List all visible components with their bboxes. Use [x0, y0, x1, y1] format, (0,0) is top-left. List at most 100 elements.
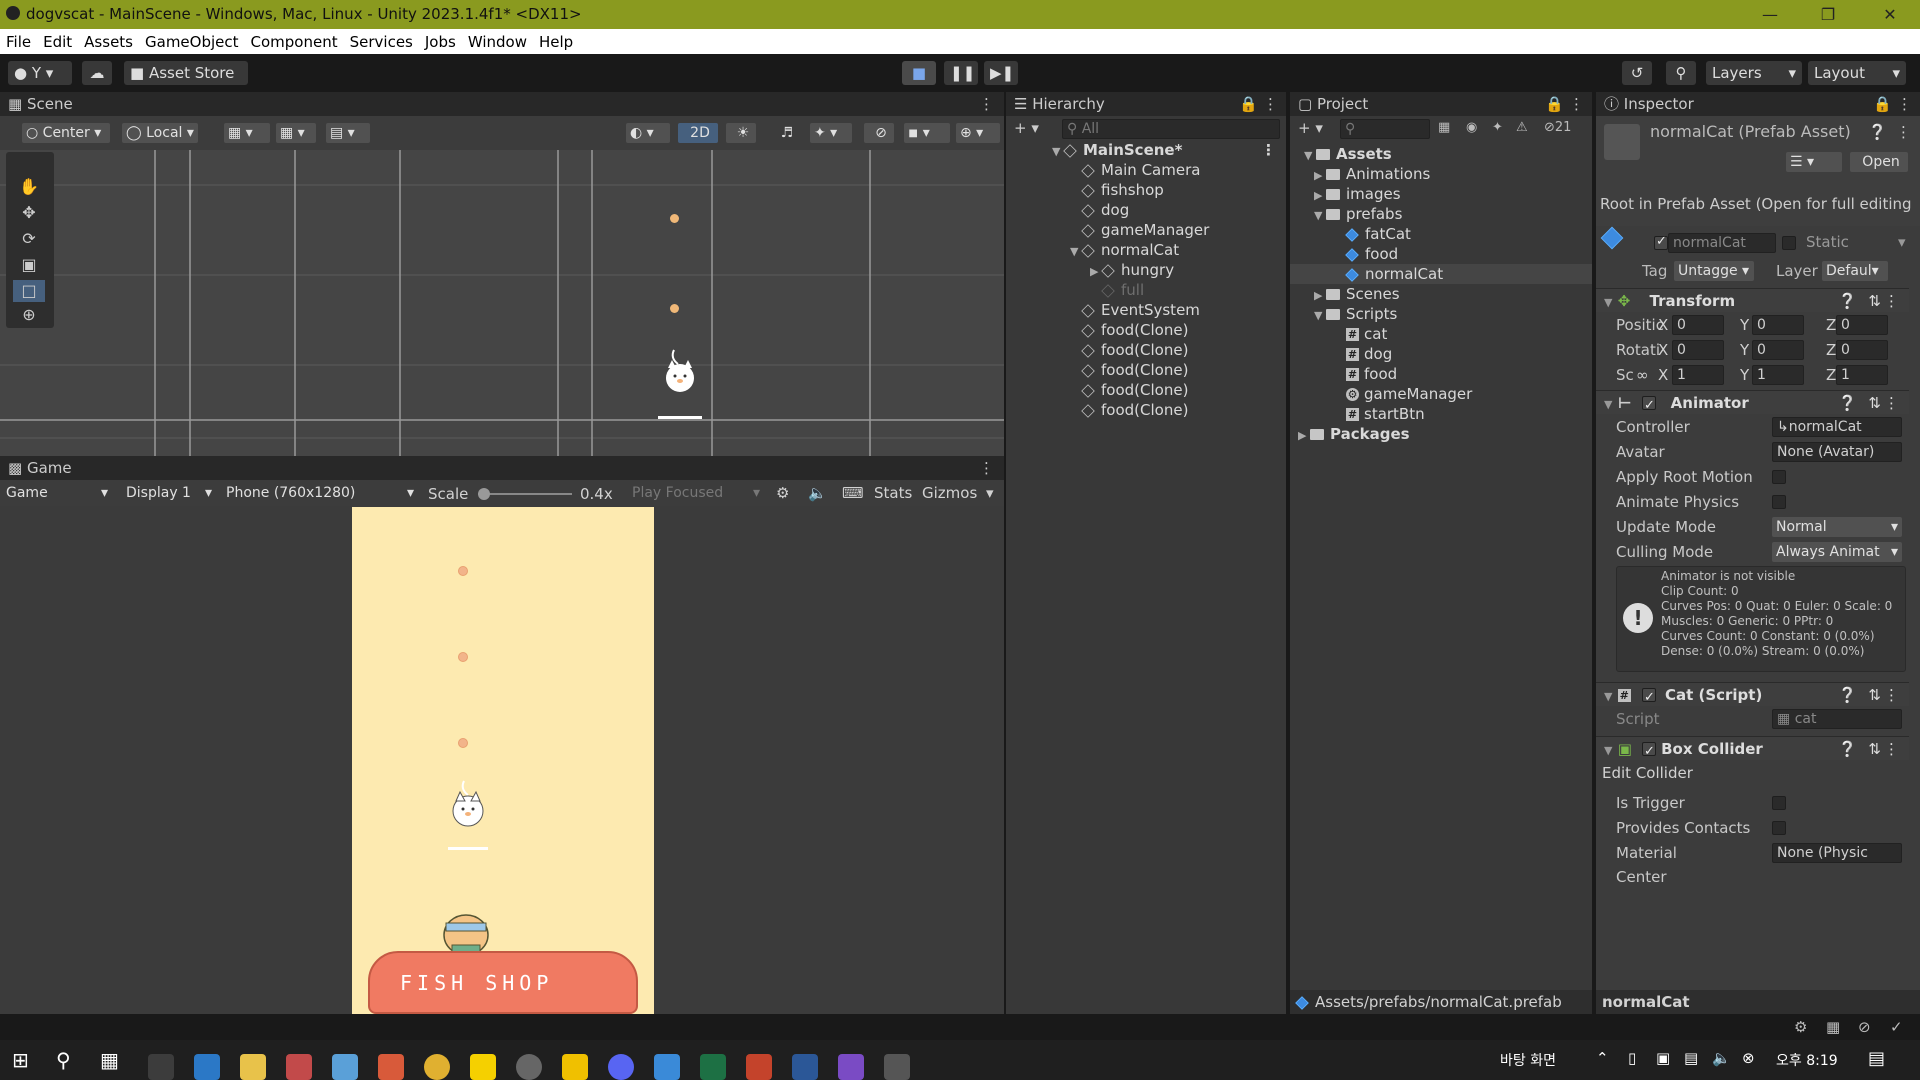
scale-tool-icon[interactable]: ▣: [13, 254, 45, 276]
hierarchy-item[interactable]: fishshop: [1006, 180, 1286, 200]
game-view-dropdown[interactable]: Game ▾: [2, 483, 112, 503]
desktop-label[interactable]: 바탕 화면: [1500, 1050, 1556, 1070]
step-button[interactable]: ▶❚: [984, 61, 1018, 85]
calculator-icon[interactable]: [194, 1054, 220, 1080]
app-icon[interactable]: [332, 1054, 358, 1080]
folder-item[interactable]: ▼ prefabs: [1290, 204, 1592, 224]
app-icon[interactable]: [286, 1054, 312, 1080]
active-checkbox[interactable]: [1654, 234, 1668, 250]
folder-item[interactable]: ▶ Scenes: [1290, 284, 1592, 304]
cat-sprite[interactable]: [448, 777, 488, 829]
menu-help[interactable]: Help: [539, 33, 573, 51]
scale-z-field[interactable]: 1: [1836, 365, 1888, 385]
play-button[interactable]: ■: [902, 61, 936, 85]
scale-x-field[interactable]: 1: [1672, 365, 1724, 385]
is-trigger-checkbox[interactable]: [1772, 796, 1786, 810]
pivot-dropdown[interactable]: ○ Center ▾: [22, 123, 110, 143]
prefab-options-dropdown[interactable]: ☰ ▾: [1786, 152, 1842, 172]
windows-start-icon[interactable]: ⊞: [12, 1048, 29, 1072]
shortcuts-icon[interactable]: ⌨: [842, 484, 864, 502]
food-sprite[interactable]: [670, 214, 679, 223]
tag-dropdown[interactable]: Untagge ▾: [1674, 261, 1754, 281]
folder-item[interactable]: ▼ Scripts: [1290, 304, 1592, 324]
more-icon[interactable]: ⋮: [979, 92, 994, 116]
stats-toggle[interactable]: Stats: [874, 484, 912, 502]
hierarchy-item[interactable]: gameManager: [1006, 220, 1286, 240]
static-checkbox[interactable]: [1782, 236, 1796, 250]
prefab-item-selected[interactable]: normalCat: [1290, 264, 1592, 284]
rotation-x-field[interactable]: 0: [1672, 340, 1724, 360]
restore-button[interactable]: ❐: [1800, 0, 1856, 29]
menu-file[interactable]: File: [6, 33, 31, 51]
food-sprite[interactable]: [458, 652, 468, 662]
hierarchy-item[interactable]: food(Clone): [1006, 380, 1286, 400]
rotate-tool-icon[interactable]: ⟳: [13, 228, 45, 250]
powerpoint-icon[interactable]: [746, 1054, 772, 1080]
position-z-field[interactable]: 0: [1836, 315, 1888, 335]
mode-2d-toggle[interactable]: 2D: [678, 123, 718, 143]
material-field[interactable]: None (Physic: [1772, 843, 1902, 863]
resolution-dropdown[interactable]: Phone (760x1280) ▾: [222, 483, 418, 503]
cat-script-header[interactable]: ▼ # Cat (Script) ❔ ⇅ ⋮: [1596, 682, 1909, 710]
rotation-z-field[interactable]: 0: [1836, 340, 1888, 360]
menu-gameobject[interactable]: GameObject: [145, 33, 239, 51]
project-tab[interactable]: ▢ Project: [1298, 95, 1368, 113]
scale-y-field[interactable]: 1: [1752, 365, 1804, 385]
hierarchy-item[interactable]: food(Clone): [1006, 400, 1286, 420]
script-item[interactable]: # startBtn: [1290, 404, 1592, 424]
grid-snap-icon[interactable]: ▦ ▾: [224, 123, 270, 143]
hierarchy-item[interactable]: Main Camera: [1006, 160, 1286, 180]
close-button[interactable]: ✕: [1862, 0, 1918, 29]
game-view[interactable]: FISH SHOP: [0, 506, 1004, 1014]
app-icon[interactable]: [148, 1054, 174, 1080]
scene-root[interactable]: ▼ MainScene* ⋮: [1006, 140, 1286, 160]
bug-icon[interactable]: ⚙: [776, 484, 789, 502]
minimize-button[interactable]: —: [1742, 0, 1798, 29]
more-icon[interactable]: ⋮: [1897, 92, 1912, 116]
hierarchy-item[interactable]: food(Clone): [1006, 360, 1286, 380]
lock-icon[interactable]: 🔒: [1873, 92, 1892, 116]
animate-physics-checkbox[interactable]: [1772, 495, 1786, 509]
lighting-icon[interactable]: ☀: [726, 123, 756, 143]
check-icon[interactable]: ✓: [1890, 1018, 1903, 1036]
folder-item[interactable]: ▶ Animations: [1290, 164, 1592, 184]
assets-folder[interactable]: ▼ Assets: [1290, 144, 1592, 164]
layer-dropdown[interactable]: Defaul▾: [1822, 261, 1888, 281]
effects-icon[interactable]: ✦ ▾: [810, 123, 852, 143]
hand-tool-icon[interactable]: ✋: [13, 176, 45, 198]
project-search[interactable]: ⚲: [1340, 119, 1430, 139]
scene-tab[interactable]: ▦ Scene: [8, 95, 73, 113]
hidden-count-icon[interactable]: ⊘21: [1544, 120, 1571, 135]
game-tab[interactable]: ▩ Game: [8, 459, 72, 477]
clock[interactable]: 오후 8:19: [1776, 1050, 1838, 1070]
audio-icon[interactable]: ♬: [770, 123, 800, 143]
ime-icon[interactable]: ⊗: [1742, 1049, 1755, 1067]
script-item[interactable]: # cat: [1290, 324, 1592, 344]
scale-slider-knob[interactable]: [478, 488, 490, 500]
warning-icon[interactable]: ⚠: [1516, 120, 1528, 135]
update-mode-dropdown[interactable]: Normal ▾: [1772, 517, 1902, 537]
increment-snap-icon[interactable]: ▤ ▾: [326, 123, 370, 143]
provides-contacts-checkbox[interactable]: [1772, 821, 1786, 835]
network-icon[interactable]: ▤: [1684, 1049, 1698, 1067]
menu-window[interactable]: Window: [468, 33, 527, 51]
gizmos-icon[interactable]: ⊕ ▾: [956, 123, 1000, 143]
hierarchy-item[interactable]: EventSystem: [1006, 300, 1286, 320]
transform-tool-icon[interactable]: ⊕: [13, 304, 45, 326]
gizmos-dropdown-icon[interactable]: ▾: [986, 484, 994, 502]
hierarchy-item[interactable]: dog: [1006, 200, 1286, 220]
chrome-icon[interactable]: [424, 1054, 450, 1080]
open-button[interactable]: Open: [1850, 152, 1908, 172]
cloud-icon[interactable]: ☁: [82, 61, 112, 85]
network-icon[interactable]: ⊘: [1858, 1018, 1871, 1036]
lock-icon[interactable]: 🔒: [1239, 92, 1258, 116]
word-icon[interactable]: [792, 1054, 818, 1080]
menu-assets[interactable]: Assets: [84, 33, 133, 51]
account-button[interactable]: ● Y ▾: [8, 61, 72, 85]
cache-icon[interactable]: ▦: [1826, 1018, 1840, 1036]
discord-icon[interactable]: [608, 1054, 634, 1080]
asset-store-button[interactable]: ■ Asset Store ▾: [124, 61, 248, 106]
animator-header[interactable]: ▼ ⊢ Animator ❔ ⇅ ⋮: [1596, 390, 1909, 418]
hierarchy-search[interactable]: ⚲ All: [1062, 119, 1280, 139]
food-sprite[interactable]: [458, 566, 468, 576]
